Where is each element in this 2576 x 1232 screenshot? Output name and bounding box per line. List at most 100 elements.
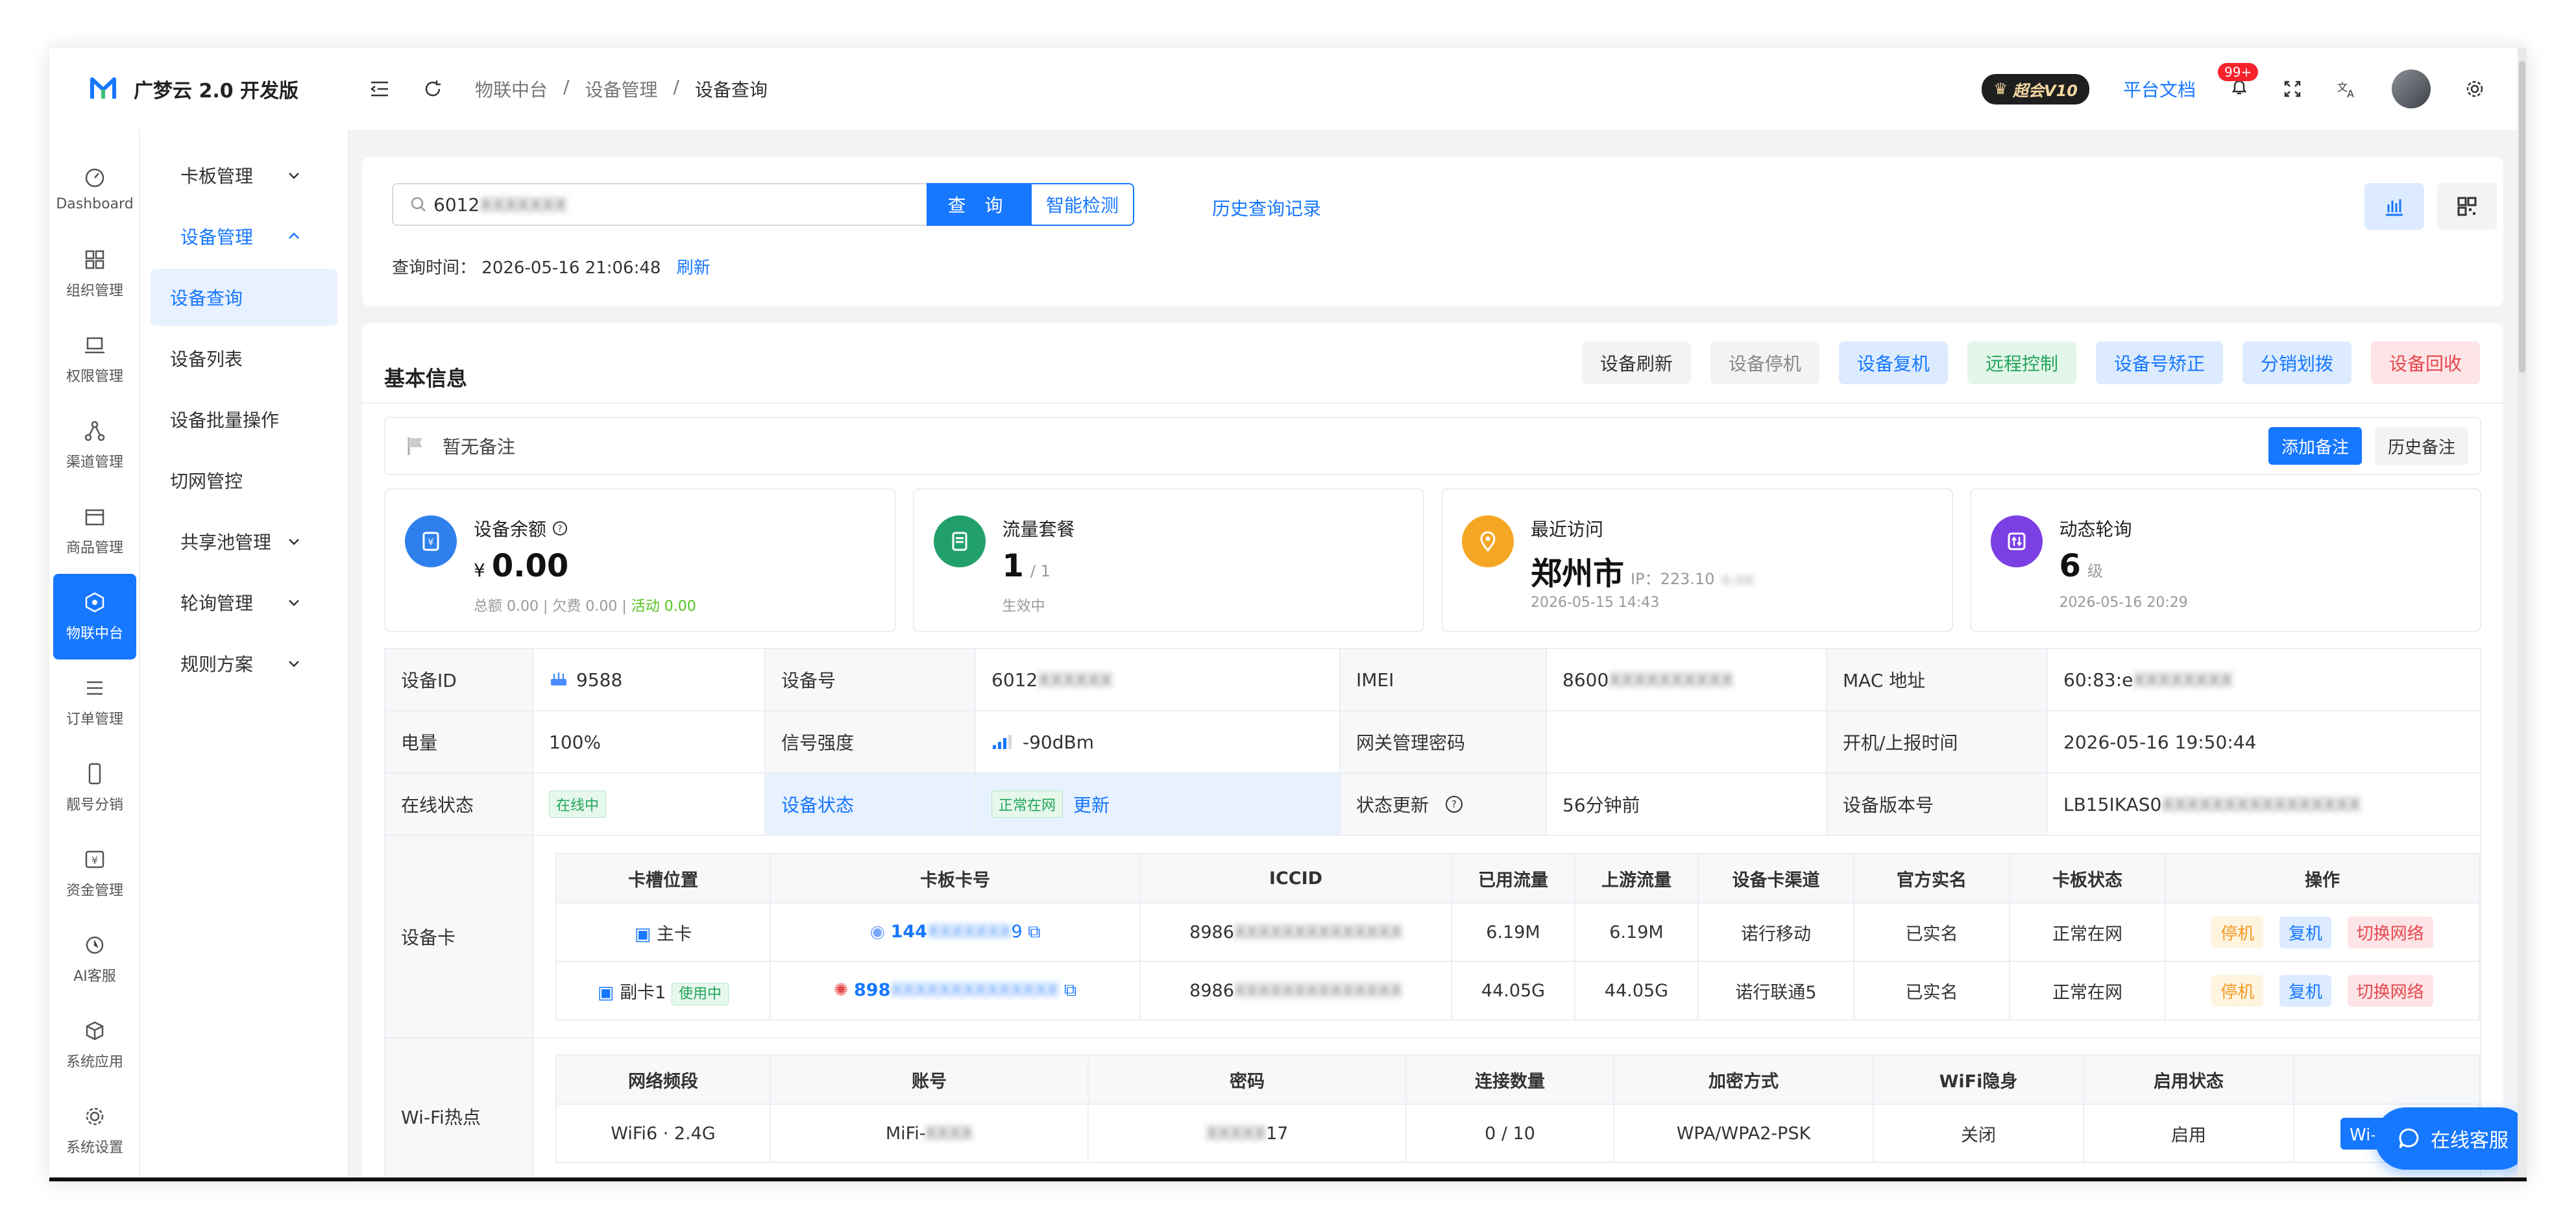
remote-control-button[interactable]: 远程控制 xyxy=(1967,341,2076,384)
sim-icon: ▣ xyxy=(598,982,614,1003)
detail-row: 电量 100% 信号强度 -90dBm 网关管理密码 开机/上报时间 2026-… xyxy=(385,711,2480,774)
help-icon[interactable]: ? xyxy=(1444,795,1464,814)
rail-item-number[interactable]: 靓号分销 xyxy=(49,745,140,831)
sidebar-item-network-switch[interactable]: 切网管控 xyxy=(151,452,337,509)
column-header: 卡板状态 xyxy=(2009,853,2166,904)
card-state: 正常在网 xyxy=(2009,902,2166,962)
menu-fold-icon[interactable] xyxy=(369,78,391,100)
rail-item-iot[interactable]: 物联中台 xyxy=(53,574,136,659)
visit-time: 2026-05-15 14:43 xyxy=(1531,595,1660,611)
scrollbar-thumb[interactable] xyxy=(2519,61,2525,373)
wifi-connections: 0 / 10 xyxy=(1405,1103,1614,1163)
resume-card-button[interactable]: 复机 xyxy=(2279,974,2331,1007)
redacted: XXXXXXXX xyxy=(2133,669,2233,691)
distribution-transfer-button[interactable]: 分销划拨 xyxy=(2242,341,2351,384)
sidebar-item-shared-pool[interactable]: 共享池管理 xyxy=(151,513,337,570)
column-header: 卡板卡号 xyxy=(770,853,1141,904)
card-number-link[interactable]: 898 xyxy=(854,980,890,1000)
query-button[interactable]: 查 询 xyxy=(927,183,1030,226)
ip-redacted: x.xx xyxy=(1721,570,1754,588)
stop-card-button[interactable]: 停机 xyxy=(2211,916,2264,948)
add-remark-button[interactable]: 添加备注 xyxy=(2268,427,2362,465)
switch-network-button[interactable]: 切换网络 xyxy=(2347,916,2433,948)
switch-network-button[interactable]: 切换网络 xyxy=(2347,974,2433,1007)
stat-label: 流量套餐 xyxy=(1002,519,1075,540)
breadcrumb-item[interactable]: 物联中台 xyxy=(475,76,548,102)
sidebar-item-label: 设备批量操作 xyxy=(170,410,280,431)
search-card: 6012 XXXXXXX 查 询 智能检测 历史查询记录 查询时间： 2026-… xyxy=(362,157,2503,306)
reload-icon[interactable] xyxy=(422,78,444,100)
column-header: 官方实名 xyxy=(1853,853,2010,904)
device-number-fix-button[interactable]: 设备号矫正 xyxy=(2095,341,2223,384)
sidebar-item-device-query[interactable]: 设备查询 xyxy=(151,269,337,326)
bar-chart-icon xyxy=(2386,199,2403,216)
detail-value: LB15IKAS0 XXXXXXXXXXXXXXXX xyxy=(2048,774,2480,835)
mac-value: 60:83:e xyxy=(2063,669,2133,691)
online-service-button[interactable]: 在线客服 xyxy=(2375,1107,2527,1170)
rail-item-apps[interactable]: 系统应用 xyxy=(49,1002,140,1088)
chart-view-button[interactable] xyxy=(2364,183,2424,230)
rail-item-channel[interactable]: 渠道管理 xyxy=(49,402,140,488)
translate-icon[interactable]: 文A xyxy=(2336,79,2358,99)
svg-text:?: ? xyxy=(1452,798,1457,810)
rail-item-ai[interactable]: AI客服 xyxy=(49,917,140,1002)
stop-card-button[interactable]: 停机 xyxy=(2211,974,2264,1007)
device-resume-button[interactable]: 设备复机 xyxy=(1838,341,1948,384)
query-time-value: 2026-05-16 21:06:48 xyxy=(481,258,661,278)
sidebar-item-device-mgmt[interactable]: 设备管理 xyxy=(151,208,337,265)
refresh-link[interactable]: 刷新 xyxy=(677,258,711,278)
rail-item-dashboard[interactable]: Dashboard xyxy=(49,145,140,231)
sidebar-item-device-list[interactable]: 设备列表 xyxy=(151,330,337,387)
column-header: 设备卡渠道 xyxy=(1697,853,1854,904)
scrollbar[interactable] xyxy=(2518,48,2527,1177)
redacted: XXXX xyxy=(925,1123,973,1144)
rail-item-permission[interactable]: 权限管理 xyxy=(49,317,140,402)
device-refresh-button[interactable]: 设备刷新 xyxy=(1581,341,1691,384)
fullscreen-icon[interactable] xyxy=(2283,79,2302,99)
status-update-link[interactable]: 更新 xyxy=(1073,791,1110,817)
rail-item-settings[interactable]: 系统设置 xyxy=(49,1088,140,1174)
notification-button[interactable]: 99+ xyxy=(2218,62,2259,101)
stat-dynamic-polling: 动态轮询 6 级 2026-05-16 20:29 xyxy=(1969,488,2481,632)
app-logo[interactable]: 广梦云 2.0 开发版 xyxy=(49,48,349,130)
history-query-link[interactable]: 历史查询记录 xyxy=(1212,195,1321,221)
sidebar-item-batch-ops[interactable]: 设备批量操作 xyxy=(151,391,337,448)
sidebar-item-label: 设备管理 xyxy=(180,227,254,248)
rail-item-product[interactable]: 商品管理 xyxy=(49,488,140,574)
rail-item-order[interactable]: 订单管理 xyxy=(49,659,140,745)
copy-icon[interactable]: ⧉ xyxy=(1028,922,1040,942)
remark-history-button[interactable]: 历史备注 xyxy=(2374,427,2468,465)
query-time-label: 查询时间： xyxy=(392,258,477,278)
sidebar-item-card-board[interactable]: 卡板管理 xyxy=(151,147,337,204)
smart-detect-button[interactable]: 智能检测 xyxy=(1030,183,1134,226)
in-use-tag: 使用中 xyxy=(671,982,729,1005)
sidebar-item-polling[interactable]: 轮询管理 xyxy=(151,574,337,631)
iccid-cell: 8986XXXXXXXXXXXXXX xyxy=(1139,961,1452,1020)
settings-gear-icon[interactable] xyxy=(2464,79,2485,99)
chat-icon xyxy=(86,936,104,954)
avatar[interactable] xyxy=(2392,69,2431,108)
ops-cell: 停机 复机 切换网络 xyxy=(2165,961,2480,1020)
help-icon[interactable]: ? xyxy=(552,520,568,537)
breadcrumb-current: 设备查询 xyxy=(694,79,768,101)
rail-item-org[interactable]: 组织管理 xyxy=(49,231,140,317)
device-stop-button[interactable]: 设备停机 xyxy=(1710,341,1819,384)
device-search-input[interactable]: 6012 XXXXXXX xyxy=(392,183,930,226)
copy-icon[interactable]: ⧉ xyxy=(1064,980,1076,1000)
section-label: 设备卡 xyxy=(385,836,533,1037)
breadcrumb-item[interactable]: 设备管理 xyxy=(585,76,657,102)
city-value: 郑州市 xyxy=(1531,556,1625,592)
rail-item-funds[interactable]: ¥ 资金管理 xyxy=(49,831,140,917)
docs-link[interactable]: 平台文档 xyxy=(2123,76,2196,102)
qrcode-button[interactable] xyxy=(2437,183,2497,230)
vip-badge[interactable]: ♛ 超会V10 xyxy=(1982,73,2089,105)
topbar: 物联中台 / 设备管理 / 设备查询 ♛ 超会V10 平台文档 99+ 文A xyxy=(349,48,2527,130)
sidebar-item-rules[interactable]: 规则方案 xyxy=(151,635,337,692)
grid-icon xyxy=(85,250,104,269)
phone-icon xyxy=(88,763,101,785)
device-recycle-button[interactable]: 设备回收 xyxy=(2370,341,2480,384)
card-channel: 诺行联通5 xyxy=(1697,961,1854,1020)
resume-card-button[interactable]: 复机 xyxy=(2279,916,2331,948)
sidebar-item-label: 共享池管理 xyxy=(180,532,272,553)
card-number-link[interactable]: 144 xyxy=(891,922,927,942)
